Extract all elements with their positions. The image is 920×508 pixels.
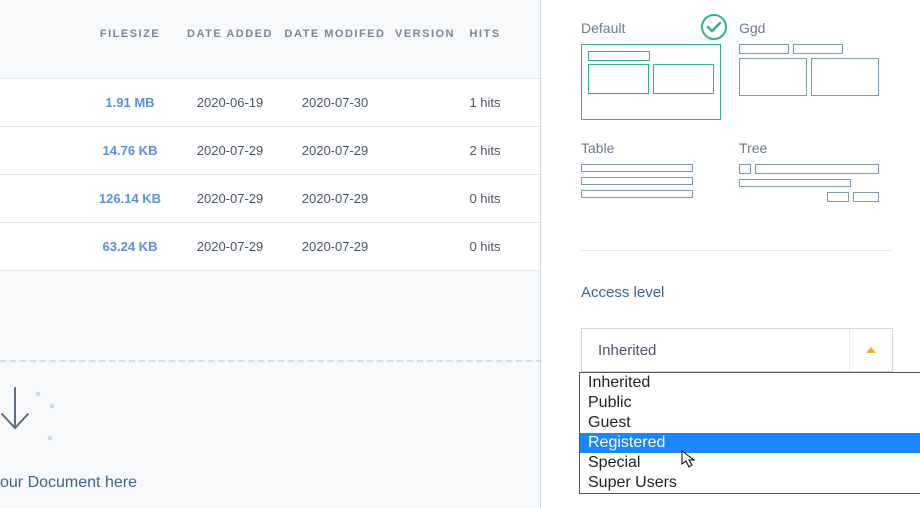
cell-date-modified: 2020-07-29 — [280, 143, 390, 158]
layout-label: Default — [581, 20, 721, 36]
filesize-link[interactable]: 63.24 KB — [80, 239, 180, 254]
cell-date-modified: 2020-07-29 — [280, 191, 390, 206]
layout-label: Tree — [739, 140, 879, 156]
table-row[interactable]: 1.91 MB 2020-06-19 2020-07-30 1 hits — [0, 78, 540, 127]
layout-option-default[interactable]: Default — [581, 20, 721, 120]
access-level-label: Access level — [581, 284, 664, 301]
dropzone[interactable]: our Document here — [0, 360, 542, 508]
option-super-users[interactable]: Super Users — [580, 473, 920, 493]
option-guest[interactable]: Guest — [580, 413, 920, 433]
col-hits[interactable]: HITS — [460, 28, 510, 40]
layout-option-ggd[interactable]: Ggd — [739, 20, 879, 120]
chevron-up-icon[interactable] — [849, 329, 892, 371]
filesize-link[interactable]: 1.91 MB — [80, 95, 180, 110]
divider — [581, 250, 891, 251]
col-version[interactable]: VERSION — [390, 28, 460, 40]
access-level-dropdown[interactable]: Inherited Public Guest Registered Specia… — [579, 372, 920, 494]
col-date-added[interactable]: DATE ADDED — [180, 28, 280, 40]
cell-date-added: 2020-07-29 — [180, 143, 280, 158]
check-icon — [701, 14, 727, 40]
download-icon — [0, 382, 60, 465]
cell-date-modified: 2020-07-30 — [280, 95, 390, 110]
cell-hits: 1 hits — [460, 95, 510, 110]
filesize-link[interactable]: 126.14 KB — [80, 191, 180, 206]
filesize-link[interactable]: 14.76 KB — [80, 143, 180, 158]
layout-label: Ggd — [739, 20, 879, 36]
dropzone-text: our Document here — [0, 474, 137, 492]
option-inherited[interactable]: Inherited — [580, 373, 920, 393]
cell-date-added: 2020-06-19 — [180, 95, 280, 110]
col-date-modified[interactable]: DATE MODIFED — [280, 28, 390, 40]
cell-hits: 0 hits — [460, 191, 510, 206]
select-value: Inherited — [582, 342, 849, 359]
cell-date-added: 2020-07-29 — [180, 191, 280, 206]
table-row[interactable]: 126.14 KB 2020-07-29 2020-07-29 0 hits — [0, 174, 540, 223]
col-filesize[interactable]: FILESIZE — [80, 28, 180, 40]
table-row[interactable]: 63.24 KB 2020-07-29 2020-07-29 0 hits — [0, 222, 540, 271]
option-registered[interactable]: Registered — [580, 433, 920, 453]
cell-date-modified: 2020-07-29 — [280, 239, 390, 254]
layout-option-tree[interactable]: Tree — [739, 140, 879, 202]
cell-hits: 0 hits — [460, 239, 510, 254]
table-header-row: FILESIZE DATE ADDED DATE MODIFED VERSION… — [0, 28, 540, 40]
cell-date-added: 2020-07-29 — [180, 239, 280, 254]
layout-option-table[interactable]: Table — [581, 140, 721, 202]
option-special[interactable]: Special — [580, 453, 920, 473]
layout-label: Table — [581, 140, 721, 156]
cell-hits: 2 hits — [460, 143, 510, 158]
access-level-select[interactable]: Inherited — [581, 328, 893, 372]
table-row[interactable]: 14.76 KB 2020-07-29 2020-07-29 2 hits — [0, 126, 540, 175]
option-public[interactable]: Public — [580, 393, 920, 413]
